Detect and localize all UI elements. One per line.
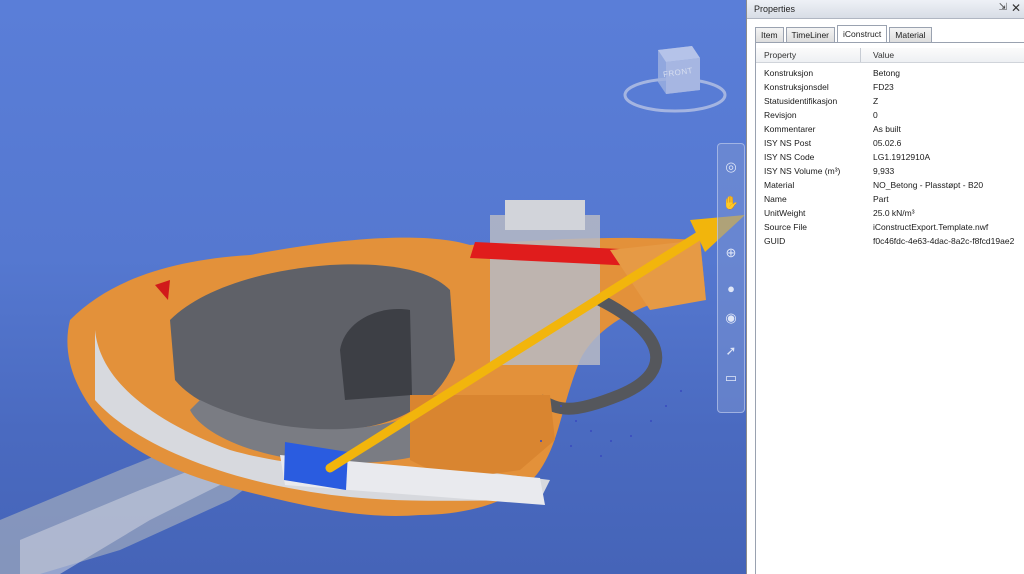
table-row[interactable]: Statusidentifikasjon Z <box>756 95 1024 109</box>
table-row[interactable]: Revisjon 0 <box>756 109 1024 123</box>
property-value: As built <box>873 124 901 134</box>
app-window: FRONT ◎ ✋ ⊕ ● ◉ ➚ ▭ Properties ⇲ ✕ Item … <box>0 0 1024 574</box>
tab-timeliner[interactable]: TimeLiner <box>785 27 836 43</box>
property-name: UnitWeight <box>764 208 806 218</box>
property-value: 9,933 <box>873 166 895 176</box>
column-divider[interactable] <box>860 48 861 62</box>
close-icon[interactable]: ✕ <box>1011 1 1021 15</box>
property-name: ISY NS Code <box>764 152 815 162</box>
property-name: ISY NS Post <box>764 138 812 148</box>
table-row[interactable]: Konstruksjon Betong <box>756 67 1024 81</box>
steering-wheel-icon[interactable]: ◎ <box>722 158 740 176</box>
property-value: LG1.1912910A <box>873 152 931 162</box>
tab-iconstruct[interactable]: iConstruct <box>837 25 888 43</box>
property-name: Kommentarer <box>764 124 816 134</box>
look-icon[interactable]: ◉ <box>722 309 740 327</box>
tab-strip: Item TimeLiner iConstruct Material <box>755 25 934 43</box>
property-value: 0 <box>873 110 878 120</box>
table-row[interactable]: UnitWeight 25.0 kN/m³ <box>756 207 1024 221</box>
pan-icon[interactable]: ✋ <box>722 194 740 212</box>
navigation-bar: ◎ ✋ ⊕ ● ◉ ➚ ▭ <box>717 143 745 413</box>
property-name: Name <box>764 194 787 204</box>
property-name: GUID <box>764 236 786 246</box>
table-row[interactable]: Kommentarer As built <box>756 123 1024 137</box>
table-row[interactable]: GUID f0c46fdc-4e63-4dac-8a2c-f8fcd19ae2 <box>756 235 1024 249</box>
table-row[interactable]: Source File iConstructExport.Template.nw… <box>756 221 1024 235</box>
zoom-icon[interactable]: ⊕ <box>722 244 740 262</box>
tab-item[interactable]: Item <box>755 27 784 43</box>
table-row[interactable]: ISY NS Code LG1.1912910A <box>756 151 1024 165</box>
table-row[interactable]: ISY NS Post 05.02.6 <box>756 137 1024 151</box>
view-cube-graphic <box>623 46 727 113</box>
property-name: Source File <box>764 222 807 232</box>
column-header-property[interactable]: Property <box>764 50 796 60</box>
property-value: iConstructExport.Template.nwf <box>873 222 989 232</box>
properties-panel: Properties ⇲ ✕ Item TimeLiner iConstruct… <box>746 0 1024 574</box>
property-value: NO_Betong - Plasstøpt - B20 <box>873 180 984 190</box>
property-name: Konstruksjonsdel <box>764 82 829 92</box>
property-value: Betong <box>873 68 900 78</box>
table-row[interactable]: Name Part <box>756 193 1024 207</box>
table-row[interactable]: Material NO_Betong - Plasstøpt - B20 <box>756 179 1024 193</box>
grid-header: Property Value <box>756 48 1024 63</box>
property-name: ISY NS Volume (m³) <box>764 166 841 176</box>
table-row[interactable]: ISY NS Volume (m³) 9,933 <box>756 165 1024 179</box>
property-name: Revisjon <box>764 110 797 120</box>
property-value: FD23 <box>873 82 894 92</box>
view-cube[interactable]: FRONT <box>620 40 730 120</box>
property-value: Part <box>873 194 889 204</box>
table-row[interactable]: Konstruksjonsdel FD23 <box>756 81 1024 95</box>
property-name: Statusidentifikasjon <box>764 96 838 106</box>
property-name: Konstruksjon <box>764 68 814 78</box>
property-value: 25.0 kN/m³ <box>873 208 915 218</box>
3d-viewport[interactable]: FRONT ◎ ✋ ⊕ ● ◉ ➚ ▭ <box>0 0 746 574</box>
tab-material[interactable]: Material <box>889 27 932 43</box>
central-block <box>490 215 600 365</box>
central-block-top <box>505 200 585 230</box>
walk-icon[interactable]: ▭ <box>722 369 740 387</box>
property-value: 05.02.6 <box>873 138 902 148</box>
orbit-icon[interactable]: ● <box>722 279 740 297</box>
column-header-value[interactable]: Value <box>873 50 894 60</box>
select-icon[interactable]: ➚ <box>722 342 740 360</box>
panel-title-bar: Properties ⇲ ✕ <box>747 0 1024 19</box>
property-value: Z <box>873 96 879 106</box>
property-name: Material <box>764 180 795 190</box>
property-grid: Property Value Konstruksjon Betong Konst… <box>755 42 1024 574</box>
panel-title: Properties <box>754 4 796 14</box>
pin-icon[interactable]: ⇲ <box>999 2 1007 13</box>
property-value: f0c46fdc-4e63-4dac-8a2c-f8fcd19ae2 <box>873 236 1015 246</box>
